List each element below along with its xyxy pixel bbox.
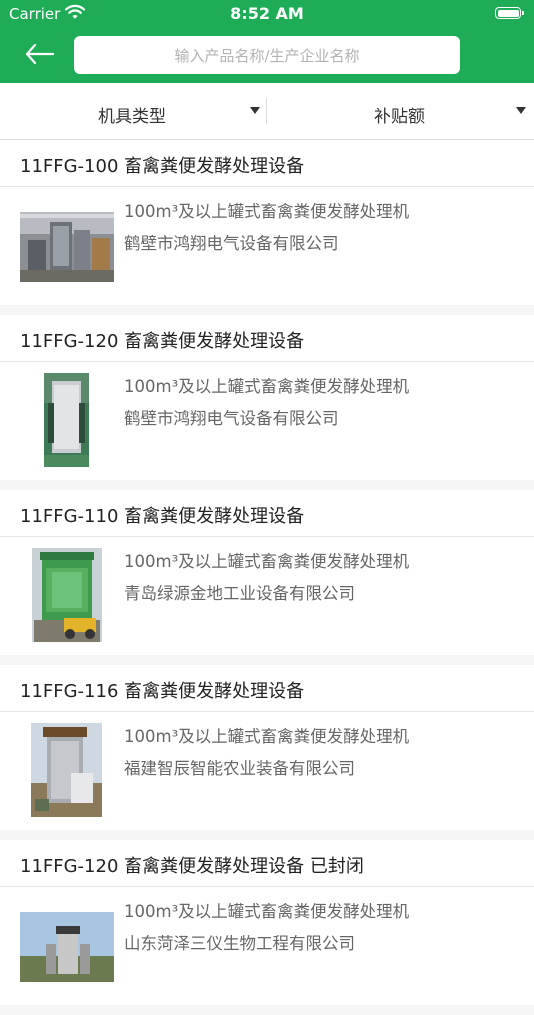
search-placeholder: 输入产品名称/生产企业名称 [174, 46, 360, 65]
item-description: 100m³及以上罐式畜禽粪便发酵处理机 [124, 902, 410, 921]
status-time: 8:52 AM [230, 4, 304, 23]
divider [0, 711, 534, 712]
item-description: 100m³及以上罐式畜禽粪便发酵处理机 [124, 202, 410, 221]
item-company: 鹤壁市鸿翔电气设备有限公司 [124, 409, 339, 428]
list-item[interactable]: 11FFG-120 畜禽粪便发酵处理设备 100m³及以上罐式畜禽粪便发酵处理机… [0, 315, 534, 480]
item-description: 100m³及以上罐式畜禽粪便发酵处理机 [124, 727, 410, 746]
list-item[interactable]: 11FFG-100 畜禽粪便发酵处理设备 100m³及以上罐式畜禽粪便发酵处理机… [0, 140, 534, 305]
product-list: 11FFG-100 畜禽粪便发酵处理设备 100m³及以上罐式畜禽粪便发酵处理机… [0, 140, 534, 1015]
filter-divider [266, 98, 267, 124]
product-image [32, 548, 102, 642]
item-title: 11FFG-120 畜禽粪便发酵处理设备 已封闭 [20, 856, 364, 877]
list-item[interactable]: 11FFG-120 畜禽粪便发酵处理设备 已封闭 100m³及以上罐式畜禽粪便发… [0, 840, 534, 1005]
divider [0, 186, 534, 187]
app-header: Carrier 8:52 AM 输入产品名称/生产企业名称 [0, 0, 534, 83]
machine-type-filter[interactable]: 机具类型 [0, 83, 266, 139]
item-company: 福建智辰智能农业装备有限公司 [124, 759, 355, 778]
divider [0, 361, 534, 362]
battery-icon [495, 7, 524, 19]
product-image [20, 212, 114, 282]
item-title: 11FFG-116 畜禽粪便发酵处理设备 [20, 681, 305, 702]
list-item[interactable]: 11FFG-110 畜禽粪便发酵处理设备 100m³及以上罐式畜禽粪便发酵处理机… [0, 490, 534, 655]
search-input[interactable]: 输入产品名称/生产企业名称 [74, 36, 460, 74]
item-title: 11FFG-110 畜禽粪便发酵处理设备 [20, 506, 305, 527]
caret-down-icon [516, 107, 526, 114]
divider [0, 536, 534, 537]
item-description: 100m³及以上罐式畜禽粪便发酵处理机 [124, 552, 410, 571]
item-description: 100m³及以上罐式畜禽粪便发酵处理机 [124, 377, 410, 396]
back-arrow-icon[interactable] [24, 40, 56, 68]
status-bar: Carrier 8:52 AM [0, 0, 534, 28]
item-title: 11FFG-100 畜禽粪便发酵处理设备 [20, 156, 305, 177]
subsidy-label: 补贴额 [374, 107, 425, 127]
machine-type-label: 机具类型 [98, 107, 166, 127]
list-item[interactable]: 11FFG-116 畜禽粪便发酵处理设备 100m³及以上罐式畜禽粪便发酵处理机… [0, 665, 534, 830]
divider [0, 886, 534, 887]
filter-bar: 机具类型 补贴额 [0, 83, 534, 140]
caret-down-icon [250, 107, 260, 114]
product-image [44, 373, 89, 467]
subsidy-filter[interactable]: 补贴额 [267, 83, 534, 139]
product-image [31, 723, 102, 817]
item-company: 山东菏泽三仪生物工程有限公司 [124, 934, 355, 953]
item-title: 11FFG-120 畜禽粪便发酵处理设备 [20, 331, 305, 352]
item-company: 鹤壁市鸿翔电气设备有限公司 [124, 234, 339, 253]
item-company: 青岛绿源金地工业设备有限公司 [124, 584, 355, 603]
product-image [20, 912, 114, 982]
